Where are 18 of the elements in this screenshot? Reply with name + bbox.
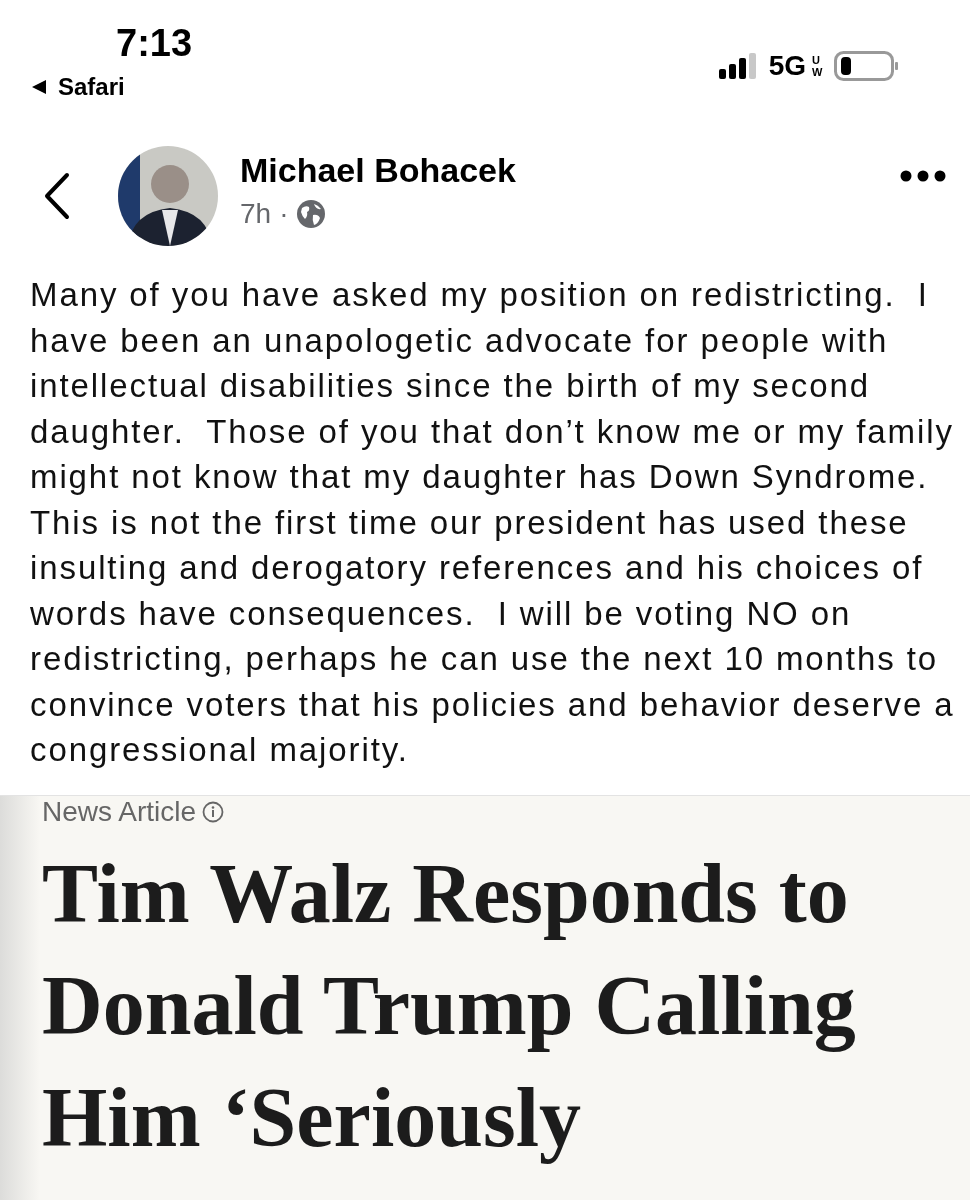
battery-icon [834, 51, 900, 81]
post-text: Many of you have asked my position on redistricting. I have been an unapologetic advocate for people with intellectual disabilities since the birth of my second daughter. Those of you that don’t know me or my family might not know that my daughter has Down Syndrome. This is not the first time our president has used these insulting and derogatory references and his choices of words have consequences. I will be voting NO on redistricting, perhaps he can use the next 10 months to convince voters that his policies and behavior deserve a congressional majority. [30, 275, 955, 770]
post-age: 7h [240, 197, 272, 230]
article-headline: Tim Walz Responds to Donald Trump Calling Him ‘Seriously [42, 845, 857, 1166]
back-triangle-icon[interactable] [30, 78, 48, 96]
dot-separator: · [279, 197, 289, 230]
status-time: 7:13 [116, 22, 193, 65]
back-to-app-link[interactable]: Safari [58, 73, 125, 101]
article-card[interactable]: News Article Tim Walz Responds to Donald Trump Calling Him ‘Seriously [0, 794, 970, 1200]
article-label: News Article [42, 795, 197, 828]
globe-icon [296, 198, 327, 229]
signal-icon [718, 53, 757, 79]
info-icon[interactable] [202, 800, 225, 823]
network-label: 5G [768, 50, 806, 82]
network-subscript-label: UW [812, 54, 822, 78]
author-name[interactable]: Michael Bohacek [240, 150, 900, 190]
back-icon[interactable] [42, 172, 72, 220]
more-options-icon[interactable] [900, 170, 946, 182]
